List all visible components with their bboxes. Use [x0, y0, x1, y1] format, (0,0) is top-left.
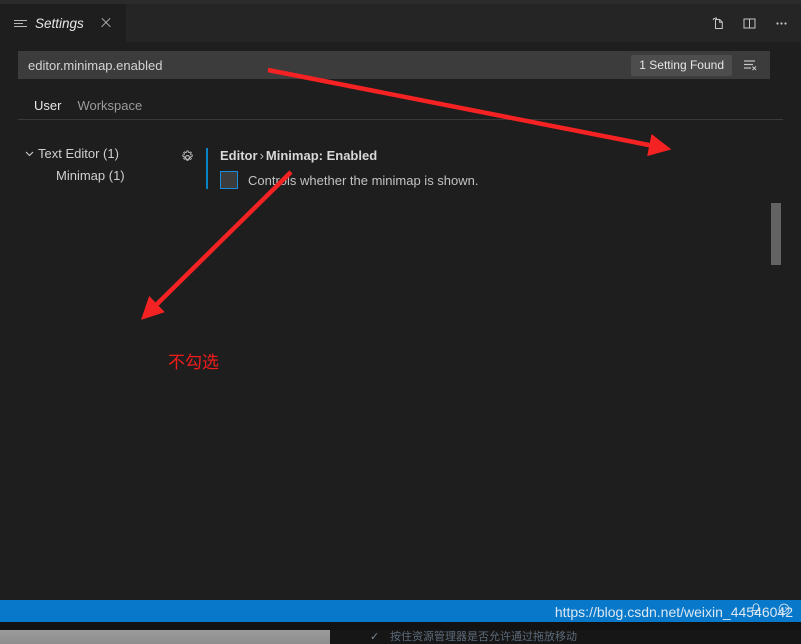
setting-control-row: Controls whether the minimap is shown. — [220, 171, 781, 189]
clear-filter-icon[interactable] — [740, 55, 760, 75]
tab-user-label: User — [34, 98, 62, 113]
toc-item-label: Minimap (1) — [56, 167, 125, 183]
check-icon: ✓ — [370, 631, 380, 643]
setting-category: Editor — [220, 148, 258, 163]
settings-scope-tabs: User Workspace — [0, 88, 801, 120]
watermark-url: https://blog.csdn.net/weixin_44546042 — [554, 604, 793, 620]
editor-action-bar — [703, 4, 795, 42]
taskbar-left-strip — [0, 630, 330, 644]
toc-item-label: Text Editor (1) — [38, 145, 119, 161]
search-box[interactable]: 1 Setting Found — [18, 51, 770, 79]
vscode-settings-window: Settings editor.minimap.enabled 1 Settin… — [0, 0, 801, 644]
settings-body: Text Editor (1) Minimap (1) Editor › Minim… — [0, 130, 801, 608]
toc-item-minimap[interactable]: Minimap (1) — [0, 164, 170, 186]
results-count-badge: 1 Setting Found — [631, 54, 732, 76]
gear-icon[interactable] — [180, 150, 198, 168]
setting-accent-bar — [206, 148, 208, 189]
settings-toc: Text Editor (1) Minimap (1) — [0, 142, 170, 186]
toc-item-text-editor[interactable]: Text Editor (1) — [0, 142, 170, 164]
settings-lines-icon — [14, 19, 27, 27]
search-right-controls: 1 Setting Found — [631, 54, 760, 76]
setting-breadcrumb-separator: › — [259, 148, 264, 163]
close-icon[interactable] — [98, 15, 114, 31]
tab-label: Settings — [35, 15, 84, 31]
minimap-enabled-checkbox[interactable] — [220, 171, 238, 189]
tab-settings[interactable]: Settings — [0, 4, 127, 42]
setting-content: Editor › Minimap: Enabled Controls whether… — [220, 148, 781, 189]
setting-name: Enabled — [326, 148, 378, 163]
tab-user[interactable]: User — [26, 98, 70, 120]
settings-scrollbar[interactable] — [771, 203, 781, 265]
chevron-down-icon[interactable] — [22, 146, 36, 160]
settings-list: Editor › Minimap: Enabled Controls whether… — [180, 148, 781, 265]
taskbar-label: 按住资源管理器是否允许通过拖放移动 — [390, 630, 577, 643]
editor-tab-bar: Settings — [0, 4, 801, 42]
tab-workspace[interactable]: Workspace — [69, 98, 150, 120]
os-taskbar: ✓ 按住资源管理器是否允许通过拖放移动 — [0, 622, 801, 644]
tab-workspace-label: Workspace — [77, 98, 143, 113]
open-settings-json-icon[interactable] — [703, 9, 731, 37]
split-editor-icon[interactable] — [735, 9, 763, 37]
setting-description: Controls whether the minimap is shown. — [248, 172, 479, 188]
more-actions-icon[interactable] — [767, 9, 795, 37]
search-input[interactable] — [28, 52, 632, 78]
scope-tabs-divider — [18, 119, 783, 120]
settings-search-row: 1 Setting Found — [0, 42, 801, 88]
setting-row-editor-minimap-enabled: Editor › Minimap: Enabled Controls whether… — [180, 148, 781, 189]
setting-title: Editor › Minimap: Enabled — [220, 148, 781, 163]
setting-subcategory: Minimap: — [265, 148, 323, 163]
